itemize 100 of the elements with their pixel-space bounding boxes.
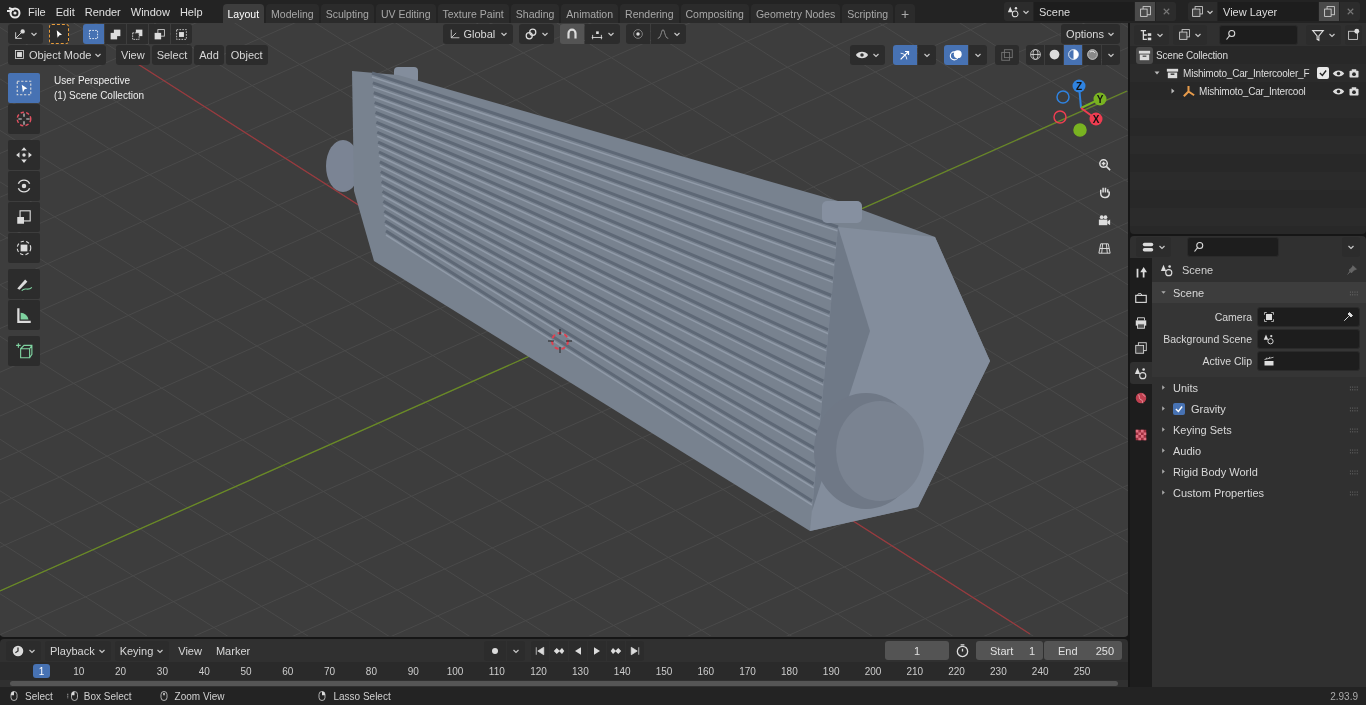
gizmo-toggle[interactable] bbox=[893, 44, 917, 65]
duplicate-button[interactable] bbox=[1319, 2, 1339, 21]
editor-type-button[interactable] bbox=[1136, 237, 1171, 257]
snap-toggle[interactable] bbox=[559, 24, 584, 44]
play-reverse-button[interactable] bbox=[569, 640, 587, 661]
active-tool-button[interactable] bbox=[49, 24, 69, 44]
tree-item[interactable]: Mishimoto_Car_Intercooler_F bbox=[1183, 67, 1310, 79]
shading-mode-button[interactable] bbox=[1045, 44, 1063, 65]
add-workspace-button[interactable]: + bbox=[895, 4, 916, 23]
view-layer-dropdown[interactable] bbox=[1173, 24, 1207, 45]
view-layer-field[interactable]: View Layer bbox=[1218, 2, 1318, 21]
play-button[interactable] bbox=[588, 640, 606, 661]
selection-mode-button[interactable] bbox=[149, 24, 170, 44]
gizmo-dropdown[interactable] bbox=[918, 44, 936, 65]
snap-target-dropdown[interactable] bbox=[584, 24, 620, 44]
selection-mode-button[interactable] bbox=[105, 24, 126, 44]
next-keyframe-button[interactable] bbox=[607, 640, 625, 661]
camera-field[interactable] bbox=[1257, 307, 1360, 327]
properties-tab[interactable] bbox=[1130, 362, 1152, 384]
scene-field[interactable] bbox=[1257, 329, 1360, 349]
workspace-tab[interactable]: Sculpting bbox=[320, 4, 374, 23]
workspace-tab[interactable]: Texture Paint bbox=[437, 4, 509, 23]
duplicate-button[interactable] bbox=[1135, 2, 1155, 21]
prev-keyframe-button[interactable] bbox=[550, 640, 568, 661]
end-frame-field[interactable]: End 250 bbox=[1044, 641, 1122, 660]
mode-dropdown[interactable]: Object Mode bbox=[8, 44, 106, 65]
checkbox[interactable] bbox=[1173, 402, 1185, 415]
record-button[interactable] bbox=[484, 640, 506, 661]
start-frame-field[interactable]: Start 1 bbox=[976, 641, 1043, 660]
xray-toggle[interactable] bbox=[995, 44, 1019, 65]
workspace-tab[interactable]: Layout bbox=[222, 4, 265, 23]
menu-item[interactable]: Edit bbox=[51, 1, 79, 22]
panel-header[interactable]: Units bbox=[1152, 377, 1366, 398]
view-layer-type-button[interactable] bbox=[1188, 2, 1217, 21]
overlay-dropdown[interactable] bbox=[969, 44, 987, 65]
workspace-tab[interactable]: Rendering bbox=[620, 4, 679, 23]
workspace-tab[interactable]: Compositing bbox=[680, 4, 749, 23]
menu-item[interactable]: Help bbox=[175, 1, 207, 22]
tool-button[interactable] bbox=[8, 300, 40, 330]
keying-dropdown[interactable] bbox=[507, 640, 525, 661]
selection-mode-button[interactable] bbox=[171, 24, 192, 44]
options-dropdown[interactable]: Options bbox=[1061, 24, 1120, 44]
search-field[interactable] bbox=[1187, 237, 1279, 257]
workspace-tab[interactable]: Scripting bbox=[842, 4, 894, 23]
jump-end-button[interactable] bbox=[626, 640, 644, 661]
pivot-dropdown[interactable] bbox=[518, 24, 554, 44]
tool-button[interactable] bbox=[8, 140, 40, 170]
panel-header[interactable]: Keying Sets bbox=[1152, 419, 1366, 440]
current-frame-field[interactable]: 1 bbox=[885, 641, 949, 660]
menu-dropdown[interactable]: Keying bbox=[114, 640, 170, 661]
workspace-tab[interactable]: Animation bbox=[561, 4, 619, 23]
exclude-checkbox[interactable] bbox=[1317, 67, 1329, 79]
menu-item[interactable]: File bbox=[24, 1, 50, 22]
workspace-tab[interactable]: Shading bbox=[510, 4, 560, 23]
panel-header[interactable]: Custom Properties bbox=[1152, 482, 1366, 503]
options-dropdown[interactable] bbox=[1342, 237, 1360, 257]
menu-button[interactable]: View bbox=[173, 640, 207, 661]
filter-dropdown[interactable] bbox=[1306, 24, 1341, 45]
workspace-tab[interactable]: Geometry Nodes bbox=[750, 4, 841, 23]
menu-item[interactable]: Window bbox=[126, 1, 174, 22]
jump-start-button[interactable] bbox=[531, 640, 549, 661]
axis-gizmo-drawing[interactable]: Z Y X bbox=[1052, 77, 1122, 147]
scrollbar[interactable] bbox=[10, 681, 1118, 686]
selection-mode-button[interactable] bbox=[127, 24, 148, 44]
tool-button[interactable] bbox=[8, 171, 40, 201]
tool-button[interactable] bbox=[8, 233, 40, 263]
visibility-dropdown[interactable] bbox=[850, 44, 885, 65]
menu-dropdown[interactable]: Playback bbox=[45, 640, 111, 661]
editor-type-button[interactable] bbox=[8, 24, 43, 44]
tool-button[interactable] bbox=[8, 336, 40, 366]
workspace-tab[interactable]: Modeling bbox=[266, 4, 319, 23]
shading-mode-button[interactable] bbox=[1083, 44, 1101, 65]
display-mode-dropdown[interactable] bbox=[1134, 24, 1169, 45]
playhead[interactable]: 1 bbox=[33, 664, 50, 678]
proportional-toggle[interactable] bbox=[625, 24, 650, 44]
overlay-toggle[interactable] bbox=[944, 44, 968, 65]
clip-field[interactable] bbox=[1257, 351, 1360, 371]
new-collection-button[interactable] bbox=[1345, 24, 1362, 45]
editor-type-button[interactable] bbox=[6, 640, 41, 661]
workspace-tab[interactable]: UV Editing bbox=[375, 4, 436, 23]
shading-mode-button[interactable] bbox=[1064, 44, 1082, 65]
panel-header[interactable]: Scene bbox=[1152, 282, 1366, 303]
panel-header[interactable]: Audio bbox=[1152, 440, 1366, 461]
tree-item[interactable]: Mishimoto_Car_Intercool bbox=[1199, 85, 1306, 97]
scene-field[interactable]: Scene bbox=[1034, 2, 1134, 21]
search-field[interactable] bbox=[1219, 24, 1298, 45]
shading-mode-button[interactable] bbox=[1026, 44, 1044, 65]
tool-button[interactable] bbox=[8, 269, 40, 299]
scene-type-button[interactable] bbox=[1004, 2, 1033, 21]
falloff-dropdown[interactable] bbox=[650, 24, 686, 44]
shading-dropdown[interactable] bbox=[1102, 44, 1120, 65]
tool-button[interactable] bbox=[8, 202, 40, 232]
tree-item[interactable]: Scene Collection bbox=[1156, 49, 1228, 61]
menu-button[interactable]: Add bbox=[194, 44, 224, 65]
menu-button[interactable]: View bbox=[116, 44, 150, 65]
panel-header[interactable]: Rigid Body World bbox=[1152, 461, 1366, 482]
panel-header[interactable]: Gravity bbox=[1152, 398, 1366, 419]
menu-button[interactable]: Marker bbox=[210, 640, 256, 661]
menu-item[interactable]: Render bbox=[80, 1, 125, 22]
orientation-dropdown[interactable]: Global bbox=[442, 24, 513, 44]
